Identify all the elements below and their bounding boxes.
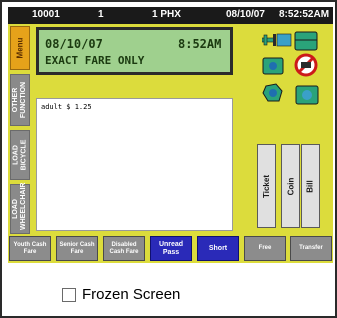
no-entry-icon bbox=[294, 53, 318, 77]
short-fare-label: Short bbox=[208, 244, 228, 252]
coin-icon bbox=[262, 83, 284, 103]
transaction-area: adult $ 1.25 bbox=[36, 98, 233, 231]
message-display: 08/10/07 8:52AM EXACT FARE ONLY bbox=[36, 27, 233, 75]
display-datetime-line: 08/10/07 8:52AM bbox=[45, 37, 221, 51]
frozen-screen-label: Frozen Screen bbox=[82, 286, 181, 303]
bill-button-label: Bill bbox=[305, 179, 315, 193]
coin-button[interactable]: Coin bbox=[281, 144, 300, 228]
load-bicycle-button[interactable]: LOAD BICYCLE bbox=[10, 130, 30, 180]
transfer-label: Transfer bbox=[299, 245, 323, 251]
operator-id: 1 PHX bbox=[152, 9, 181, 20]
status-date: 08/10/07 bbox=[226, 9, 265, 20]
coin-button-label: Coin bbox=[286, 177, 295, 195]
payment-buttons: Ticket Coin Bill bbox=[257, 144, 321, 228]
frozen-screen-control[interactable]: Frozen Screen bbox=[62, 286, 180, 303]
senior-cash-fare-label: Senior Cash Fare bbox=[59, 241, 95, 255]
ticket-button[interactable]: Ticket bbox=[257, 144, 276, 228]
other-function-button[interactable]: OTHER FUNCTION bbox=[10, 74, 30, 126]
sidebar: Menu OTHER FUNCTION LOAD BICYCLE LOAD WH… bbox=[8, 24, 31, 234]
route-number: 10001 bbox=[32, 9, 60, 20]
unread-pass-button[interactable]: Unread Pass bbox=[150, 236, 192, 261]
direction-number: 1 bbox=[98, 9, 104, 20]
free-fare-button[interactable]: Free bbox=[244, 236, 286, 261]
load-wheelchair-button[interactable]: LOAD WHEELCHAIR bbox=[10, 182, 30, 234]
free-fare-label: Free bbox=[258, 245, 272, 251]
status-bar: 10001 1 1 PHX 08/10/07 8:52:52AM bbox=[8, 7, 333, 24]
fare-button-row: Youth Cash Fare Senior Cash Fare Disable… bbox=[8, 236, 333, 263]
pass-reader-icon bbox=[262, 57, 284, 75]
display-time: 8:52AM bbox=[178, 37, 222, 51]
farebox-icon bbox=[294, 31, 318, 51]
menu-button[interactable]: Menu bbox=[10, 26, 30, 70]
farebox-panel: 10001 1 1 PHX 08/10/07 8:52:52AM Menu OT… bbox=[0, 0, 337, 318]
ticket-button-label: Ticket bbox=[262, 174, 272, 198]
load-wheelchair-label: LOAD WHEELCHAIR bbox=[12, 182, 27, 230]
disabled-cash-fare-button[interactable]: Disabled Cash Fare bbox=[103, 236, 145, 261]
senior-cash-fare-button[interactable]: Senior Cash Fare bbox=[56, 236, 98, 261]
transfer-button[interactable]: Transfer bbox=[290, 236, 332, 261]
display-message: EXACT FARE ONLY bbox=[45, 54, 145, 67]
youth-cash-fare-button[interactable]: Youth Cash Fare bbox=[9, 236, 51, 261]
farebox-screen: 10001 1 1 PHX 08/10/07 8:52:52AM Menu OT… bbox=[8, 7, 333, 263]
frozen-screen-checkbox[interactable] bbox=[62, 287, 76, 302]
unread-pass-label: Unread Pass bbox=[158, 240, 184, 256]
display-date: 08/10/07 bbox=[45, 37, 103, 51]
short-fare-button[interactable]: Short bbox=[197, 236, 239, 261]
card-reader-icon bbox=[261, 31, 292, 49]
menu-button-label: Menu bbox=[15, 37, 25, 59]
bill-button[interactable]: Bill bbox=[301, 144, 320, 228]
youth-cash-fare-label: Youth Cash Fare bbox=[13, 241, 47, 255]
bill-validator-icon bbox=[295, 85, 319, 105]
other-function-label: OTHER FUNCTION bbox=[12, 81, 27, 119]
disabled-cash-fare-label: Disabled Cash Fare bbox=[109, 241, 139, 255]
status-time: 8:52:52AM bbox=[279, 9, 330, 20]
transaction-line: adult $ 1.25 bbox=[41, 103, 92, 111]
load-bicycle-label: LOAD BICYCLE bbox=[12, 139, 27, 171]
